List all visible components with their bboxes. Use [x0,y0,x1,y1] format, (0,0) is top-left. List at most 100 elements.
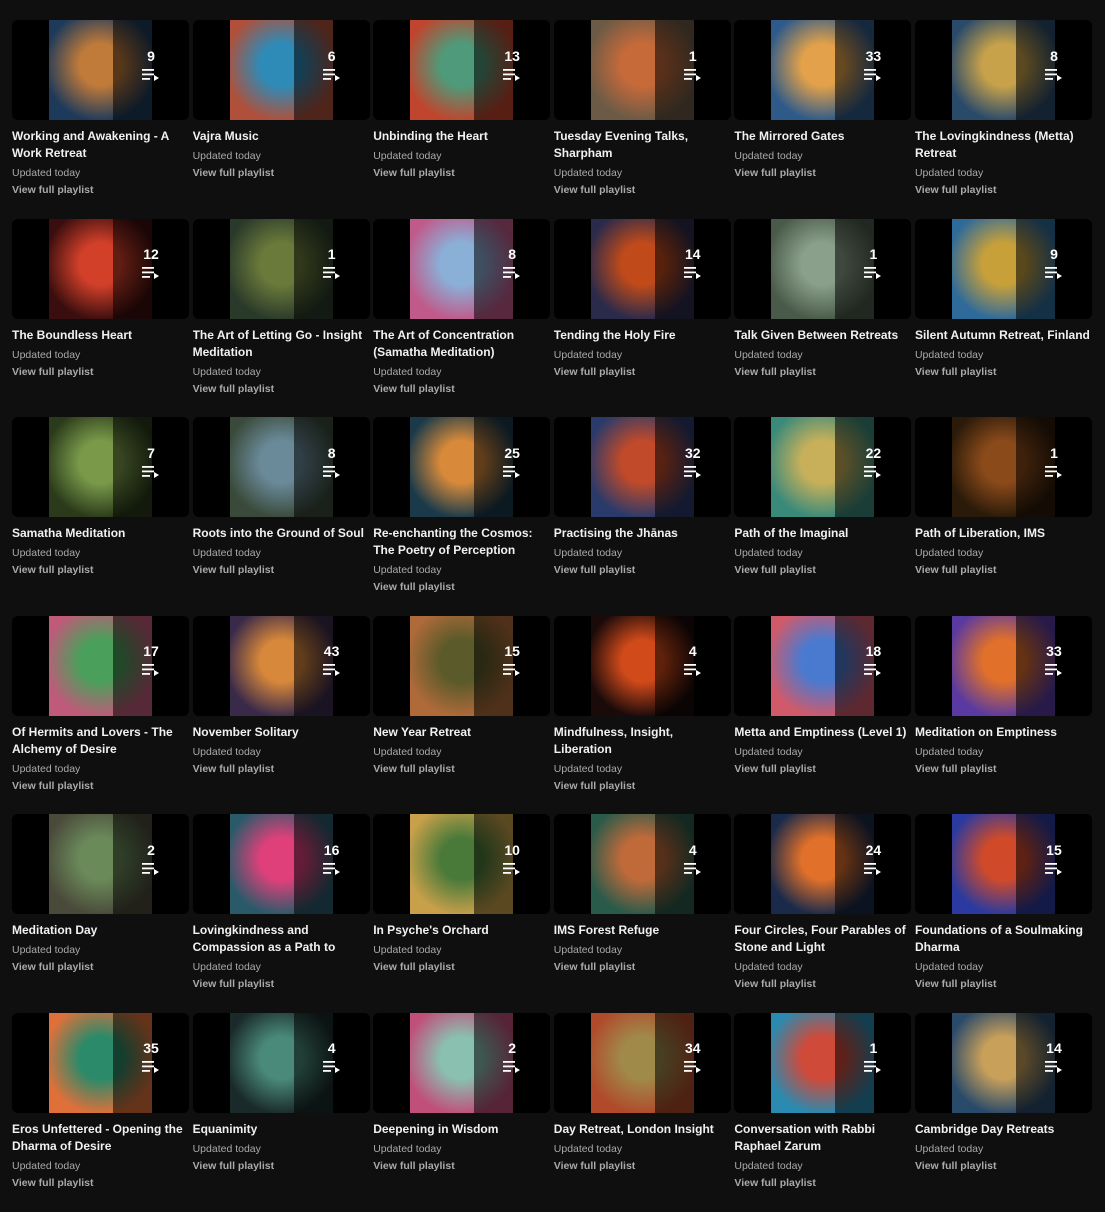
view-full-playlist-link[interactable]: View full playlist [554,1160,731,1173]
playlist-card[interactable]: 8 The Art of Concentration (Samatha Medi… [373,218,551,418]
playlist-card[interactable]: 34 Day Retreat, London Insight Updated t… [553,1012,731,1212]
playlist-title[interactable]: Silent Autumn Retreat, Finland [915,327,1092,344]
playlist-thumbnail[interactable]: 35 [12,1012,189,1113]
playlist-thumbnail[interactable]: 32 [553,417,731,518]
playlist-title[interactable]: Talk Given Between Retreats [734,327,911,344]
playlist-thumbnail[interactable]: 9 [914,218,1092,319]
playlist-thumbnail[interactable]: 25 [373,417,551,518]
view-full-playlist-link[interactable]: View full playlist [554,564,731,577]
playlist-card[interactable]: 24 Four Circles, Four Parables of Stone … [734,814,912,1013]
playlist-thumbnail[interactable]: 16 [192,814,370,915]
playlist-title[interactable]: New Year Retreat [373,724,550,741]
playlist-title[interactable]: Foundations of a Soulmaking Dharma [915,922,1092,956]
view-full-playlist-link[interactable]: View full playlist [734,167,911,180]
playlist-thumbnail[interactable]: 2 [12,814,189,915]
playlist-title[interactable]: The Lovingkindness (Metta) Retreat [915,128,1092,162]
playlist-card[interactable]: 8 Roots into the Ground of Soul Updated … [192,417,370,616]
playlist-card[interactable]: 8 The Lovingkindness (Metta) Retreat Upd… [914,20,1092,219]
playlist-thumbnail[interactable]: 8 [192,417,370,518]
playlist-card[interactable]: 35 Eros Unfettered - Opening the Dharma … [12,1012,189,1212]
playlist-card[interactable]: 2 Meditation Day Updated today View full… [12,814,189,1013]
playlist-card[interactable]: 14 Cambridge Day Retreats Updated today … [914,1012,1092,1212]
playlist-thumbnail[interactable]: 1 [192,218,370,319]
view-full-playlist-link[interactable]: View full playlist [554,961,731,974]
playlist-card[interactable]: 32 Practising the Jhānas Updated today V… [553,417,731,616]
playlist-thumbnail[interactable]: 1 [734,218,912,319]
playlist-title[interactable]: Path of Liberation, IMS [915,525,1092,542]
playlist-title[interactable]: Of Hermits and Lovers - The Alchemy of D… [12,724,189,758]
view-full-playlist-link[interactable]: View full playlist [554,184,731,197]
playlist-title[interactable]: Meditation Day [12,922,189,939]
playlist-card[interactable]: 33 Meditation on Emptiness Updated today… [914,615,1092,815]
view-full-playlist-link[interactable]: View full playlist [373,581,550,594]
playlist-thumbnail[interactable]: 15 [914,814,1092,915]
view-full-playlist-link[interactable]: View full playlist [915,763,1092,776]
view-full-playlist-link[interactable]: View full playlist [554,780,731,793]
playlist-thumbnail[interactable]: 18 [734,615,912,716]
playlist-thumbnail[interactable]: 12 [12,218,189,319]
playlist-thumbnail[interactable]: 2 [373,1012,551,1113]
playlist-thumbnail[interactable]: 1 [914,417,1092,518]
view-full-playlist-link[interactable]: View full playlist [193,167,370,180]
view-full-playlist-link[interactable]: View full playlist [734,978,911,991]
playlist-card[interactable]: 25 Re-enchanting the Cosmos: The Poetry … [373,417,551,616]
playlist-thumbnail[interactable]: 34 [553,1012,731,1113]
playlist-card[interactable]: 1 Path of Liberation, IMS Updated today … [914,417,1092,616]
playlist-card[interactable]: 4 Equanimity Updated today View full pla… [192,1012,370,1212]
playlist-thumbnail[interactable]: 8 [373,218,551,319]
view-full-playlist-link[interactable]: View full playlist [193,763,370,776]
view-full-playlist-link[interactable]: View full playlist [554,366,731,379]
playlist-card[interactable]: 4 IMS Forest Refuge Updated today View f… [553,814,731,1013]
playlist-title[interactable]: Re-enchanting the Cosmos: The Poetry of … [373,525,550,559]
view-full-playlist-link[interactable]: View full playlist [734,564,911,577]
playlist-thumbnail[interactable]: 4 [553,615,731,716]
playlist-card[interactable]: 17 Of Hermits and Lovers - The Alchemy o… [12,615,189,815]
view-full-playlist-link[interactable]: View full playlist [193,383,370,396]
playlist-card[interactable]: 2 Deepening in Wisdom Updated today View… [373,1012,551,1212]
playlist-title[interactable]: Roots into the Ground of Soul [193,525,370,542]
playlist-title[interactable]: IMS Forest Refuge [554,922,731,939]
playlist-card[interactable]: 43 November Solitary Updated today View … [192,615,370,815]
view-full-playlist-link[interactable]: View full playlist [915,184,1092,197]
playlist-thumbnail[interactable]: 33 [914,615,1092,716]
view-full-playlist-link[interactable]: View full playlist [12,961,189,974]
view-full-playlist-link[interactable]: View full playlist [12,1177,189,1190]
playlist-title[interactable]: The Art of Concentration (Samatha Medita… [373,327,550,361]
view-full-playlist-link[interactable]: View full playlist [12,366,189,379]
playlist-title[interactable]: Mindfulness, Insight, Liberation [554,724,731,758]
playlist-title[interactable]: Samatha Meditation [12,525,189,542]
playlist-title[interactable]: Lovingkindness and Compassion as a Path … [193,922,370,956]
playlist-card[interactable]: 15 Foundations of a Soulmaking Dharma Up… [914,814,1092,1013]
view-full-playlist-link[interactable]: View full playlist [915,1160,1092,1173]
playlist-title[interactable]: Eros Unfettered - Opening the Dharma of … [12,1121,189,1155]
playlist-title[interactable]: Day Retreat, London Insight [554,1121,731,1138]
playlist-card[interactable]: 18 Metta and Emptiness (Level 1) Updated… [734,615,912,815]
playlist-card[interactable]: 7 Samatha Meditation Updated today View … [12,417,189,616]
playlist-title[interactable]: Metta and Emptiness (Level 1) [734,724,911,741]
view-full-playlist-link[interactable]: View full playlist [734,366,911,379]
playlist-card[interactable]: 13 Unbinding the Heart Updated today Vie… [373,20,551,219]
playlist-thumbnail[interactable]: 1 [553,20,731,120]
playlist-card[interactable]: 1 Tuesday Evening Talks, Sharpham Update… [553,20,731,219]
playlist-thumbnail[interactable]: 14 [914,1012,1092,1113]
view-full-playlist-link[interactable]: View full playlist [915,564,1092,577]
view-full-playlist-link[interactable]: View full playlist [193,978,370,991]
view-full-playlist-link[interactable]: View full playlist [12,184,189,197]
playlist-thumbnail[interactable]: 9 [12,20,189,120]
playlist-card[interactable]: 10 In Psyche's Orchard Updated today Vie… [373,814,551,1013]
playlist-title[interactable]: Working and Awakening - A Work Retreat [12,128,189,162]
playlist-card[interactable]: 33 The Mirrored Gates Updated today View… [734,20,912,219]
playlist-title[interactable]: Tending the Holy Fire [554,327,731,344]
playlist-card[interactable]: 1 Conversation with Rabbi Raphael Zarum … [734,1012,912,1212]
playlist-thumbnail[interactable]: 33 [734,20,912,120]
playlist-thumbnail[interactable]: 10 [373,814,551,915]
view-full-playlist-link[interactable]: View full playlist [193,564,370,577]
playlist-title[interactable]: In Psyche's Orchard [373,922,550,939]
playlist-thumbnail[interactable]: 24 [734,814,912,915]
playlist-thumbnail[interactable]: 4 [553,814,731,915]
playlist-card[interactable]: 12 The Boundless Heart Updated today Vie… [12,218,189,418]
playlist-card[interactable]: 4 Mindfulness, Insight, Liberation Updat… [553,615,731,815]
view-full-playlist-link[interactable]: View full playlist [734,1177,911,1190]
view-full-playlist-link[interactable]: View full playlist [734,763,911,776]
playlist-card[interactable]: 14 Tending the Holy Fire Updated today V… [553,218,731,418]
